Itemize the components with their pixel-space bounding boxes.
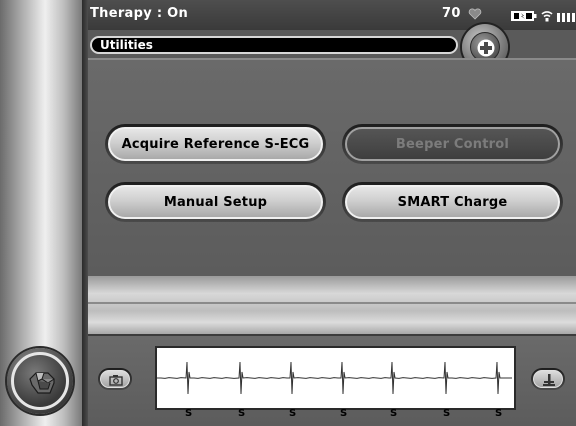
smart-charge-button[interactable]: SMART Charge <box>342 182 563 222</box>
telemetry-icon <box>541 11 553 22</box>
marker-icon <box>543 374 555 386</box>
title-bar: Utilities <box>90 36 458 54</box>
hand-icon <box>29 372 55 394</box>
smart-charge-label: SMART Charge <box>345 185 560 219</box>
beat-label: S <box>340 408 348 419</box>
main-panel: Acquire Reference S-ECG Beeper Control M… <box>88 58 576 276</box>
plus-icon <box>477 39 495 57</box>
page-title: Utilities <box>100 38 153 52</box>
manual-setup-button[interactable]: Manual Setup <box>105 182 326 222</box>
beat-label: S <box>185 408 193 419</box>
beat-label: S <box>390 408 398 419</box>
home-button-face <box>11 352 69 410</box>
heart-rate-value: 70 <box>442 6 461 21</box>
signal-strength-icon <box>557 13 575 22</box>
capture-ecg-button-face <box>100 370 130 388</box>
info-band-divider <box>88 302 576 304</box>
beeper-control-label: Beeper Control <box>345 127 560 161</box>
therapy-status: Therapy : On <box>90 6 189 21</box>
acquire-reference-secg-button[interactable]: Acquire Reference S-ECG <box>105 124 326 164</box>
capture-icon <box>109 375 123 386</box>
home-button[interactable] <box>7 348 73 414</box>
beeper-control-button[interactable]: Beeper Control <box>342 124 563 164</box>
capture-ecg-button[interactable] <box>98 368 132 390</box>
event-marker-button[interactable] <box>531 368 565 390</box>
info-band <box>88 276 576 334</box>
ecg-trace <box>157 361 512 395</box>
status-bar: Therapy : On 70 <box>88 0 576 30</box>
beat-label: S <box>289 408 297 419</box>
event-marker-button-face <box>533 370 563 388</box>
ecg-strip <box>155 346 516 410</box>
ecg-section: SSSSSSS <box>88 334 576 426</box>
beat-label: S <box>238 408 246 419</box>
battery-icon <box>511 11 537 21</box>
device-screen: Therapy : On 70 Utilities Acquire Refere… <box>0 0 576 426</box>
manual-setup-label: Manual Setup <box>108 185 323 219</box>
acquire-reference-secg-label: Acquire Reference S-ECG <box>108 127 323 161</box>
beat-label: S <box>495 408 503 419</box>
ecg-waveform <box>157 361 512 395</box>
beat-label: S <box>443 408 451 419</box>
heart-icon <box>468 8 482 20</box>
